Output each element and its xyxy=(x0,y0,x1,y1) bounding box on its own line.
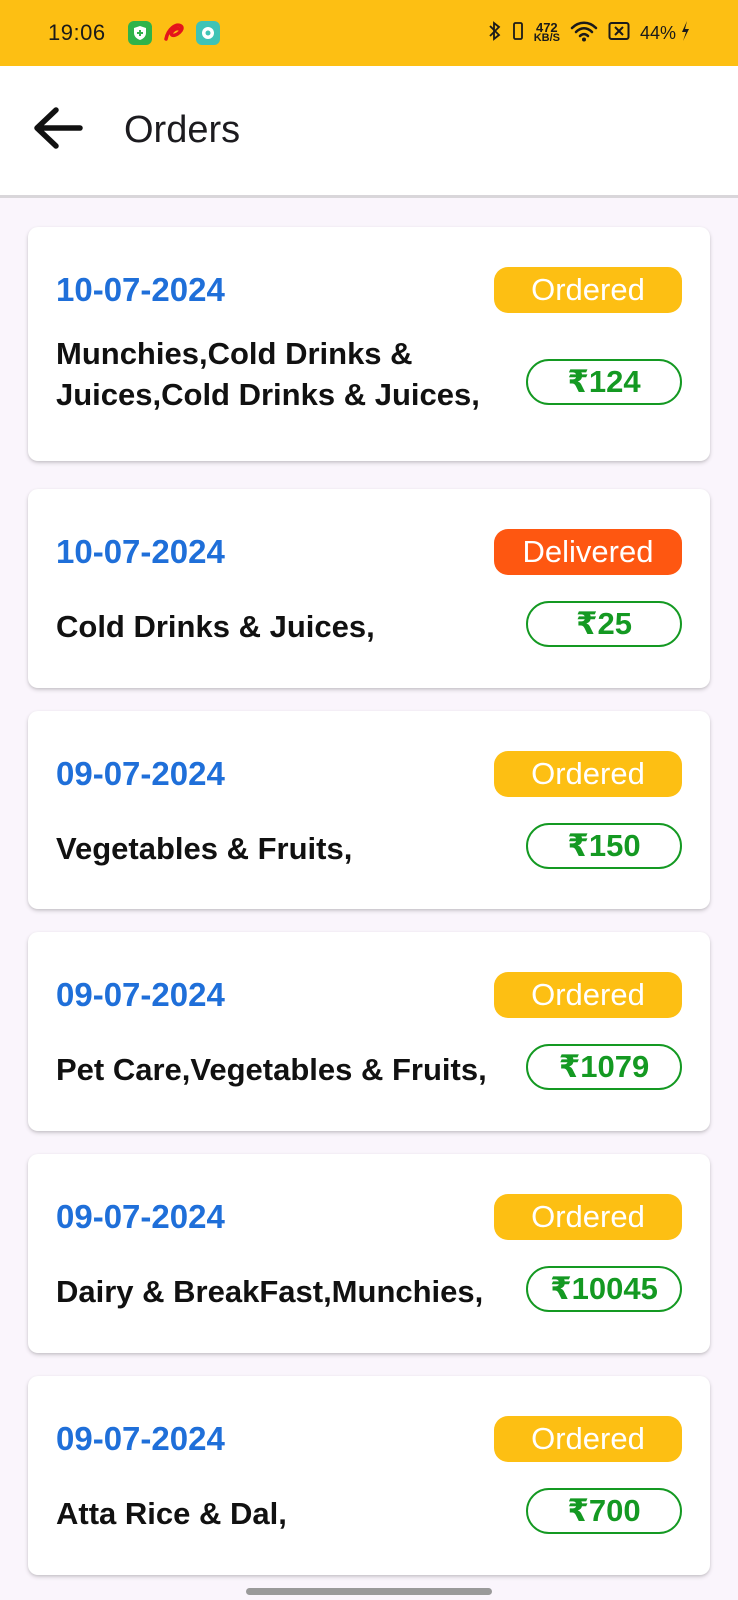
home-indicator[interactable] xyxy=(246,1588,492,1595)
order-status-badge: Ordered xyxy=(494,267,682,313)
back-button[interactable] xyxy=(28,101,88,161)
order-items: Cold Drinks & Juices, xyxy=(56,609,375,644)
order-items: Dairy & BreakFast,Munchies, xyxy=(56,1274,484,1309)
order-date: 10-07-2024 xyxy=(56,533,225,570)
notification-icons xyxy=(127,21,220,45)
order-items: Pet Care,Vegetables & Fruits, xyxy=(56,1052,487,1087)
bluetooth-icon xyxy=(488,20,502,46)
page-title: Orders xyxy=(124,109,241,151)
order-date: 09-07-2024 xyxy=(56,976,225,1013)
order-card[interactable]: 09-07-2024 Ordered Atta Rice & Dal, ₹700 xyxy=(28,1376,710,1575)
system-icons: 472 KB/S 44% xyxy=(488,20,690,47)
order-card[interactable]: 10-07-2024 Ordered Munchies,Cold Drinks … xyxy=(28,227,710,461)
order-price: ₹1079 xyxy=(526,1044,682,1090)
net-speed: 472 KB/S xyxy=(533,21,560,44)
vibrate-icon xyxy=(512,21,524,45)
charging-icon xyxy=(680,20,690,47)
order-date: 09-07-2024 xyxy=(56,755,225,792)
order-items: Atta Rice & Dal, xyxy=(56,1496,287,1531)
order-status-badge: Ordered xyxy=(494,1416,682,1462)
order-card[interactable]: 09-07-2024 Ordered Dairy & BreakFast,Mun… xyxy=(28,1154,710,1353)
airtel-app-icon xyxy=(162,21,186,45)
order-price: ₹700 xyxy=(526,1488,682,1534)
order-price: ₹10045 xyxy=(526,1266,682,1312)
status-time: 19:06 xyxy=(48,20,106,45)
order-card[interactable]: 09-07-2024 Ordered Vegetables & Fruits, … xyxy=(28,711,710,909)
sim-icon xyxy=(608,21,630,46)
order-price: ₹124 xyxy=(526,359,682,405)
chat-app-icon xyxy=(195,21,220,45)
status-bar: 19:06 472 KB/S 44% xyxy=(0,0,738,66)
app-bar: Orders xyxy=(0,66,738,198)
order-items: Vegetables & Fruits, xyxy=(56,831,353,866)
order-price: ₹25 xyxy=(526,601,682,647)
order-price: ₹150 xyxy=(526,823,682,869)
order-card[interactable]: 09-07-2024 Ordered Pet Care,Vegetables &… xyxy=(28,932,710,1131)
order-status-badge: Ordered xyxy=(494,751,682,797)
order-status-badge: Ordered xyxy=(494,972,682,1018)
order-date: 09-07-2024 xyxy=(56,1420,225,1457)
order-card[interactable]: 10-07-2024 Delivered Cold Drinks & Juice… xyxy=(28,489,710,688)
order-date: 10-07-2024 xyxy=(56,271,225,308)
wifi-icon xyxy=(570,20,598,47)
battery-percent: 44% xyxy=(639,22,676,43)
net-speed-unit: KB/S xyxy=(533,32,560,44)
order-date: 09-07-2024 xyxy=(56,1198,225,1235)
order-status-badge: Delivered xyxy=(494,529,682,575)
order-items: Munchies,Cold Drinks & Juices,Cold Drink… xyxy=(56,336,480,412)
shield-app-icon xyxy=(127,21,152,45)
arrow-left-icon xyxy=(32,106,84,155)
orders-list: 10-07-2024 Ordered Munchies,Cold Drinks … xyxy=(0,198,738,1600)
order-status-badge: Ordered xyxy=(494,1194,682,1240)
